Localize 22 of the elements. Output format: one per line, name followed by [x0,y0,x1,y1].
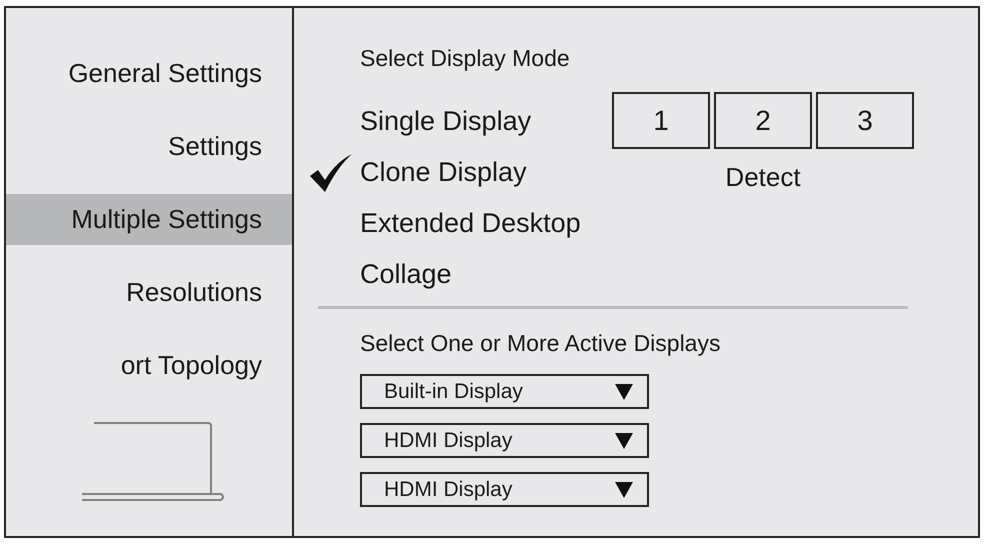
sidebar-item[interactable]: General Settings [6,48,292,99]
laptop-icon [81,422,227,502]
display-dropdown[interactable]: HDMI Display [360,423,649,458]
sidebar-item[interactable]: Settings [6,121,292,172]
display-mode-option[interactable]: Collage [360,259,452,290]
section-title: Select One or More Active Displays [359,329,722,358]
display-mode-option[interactable]: Single Display [360,106,532,137]
monitor-button[interactable]: 3 [816,92,914,149]
sidebar-item[interactable]: ort Topology [6,340,292,391]
dropdown-arrow-icon [615,482,633,498]
dropdown-arrow-icon [615,384,633,400]
monitor-button[interactable]: 1 [612,92,710,149]
sidebar-item[interactable]: Resolutions [6,267,292,318]
monitor-button[interactable]: 2 [714,92,812,149]
sidebar-item[interactable]: Multiple Settings [6,194,292,245]
display-mode-option[interactable]: Extended Desktop [360,208,581,239]
detect-button[interactable]: Detect [725,162,801,192]
display-dropdown[interactable]: Built-in Display [360,374,649,409]
dropdown-arrow-icon [615,432,633,448]
display-dropdown[interactable]: HDMI Display [360,472,649,507]
display-mode-option[interactable]: Clone Display [360,157,527,188]
section-title: Select Display Mode [359,44,571,73]
